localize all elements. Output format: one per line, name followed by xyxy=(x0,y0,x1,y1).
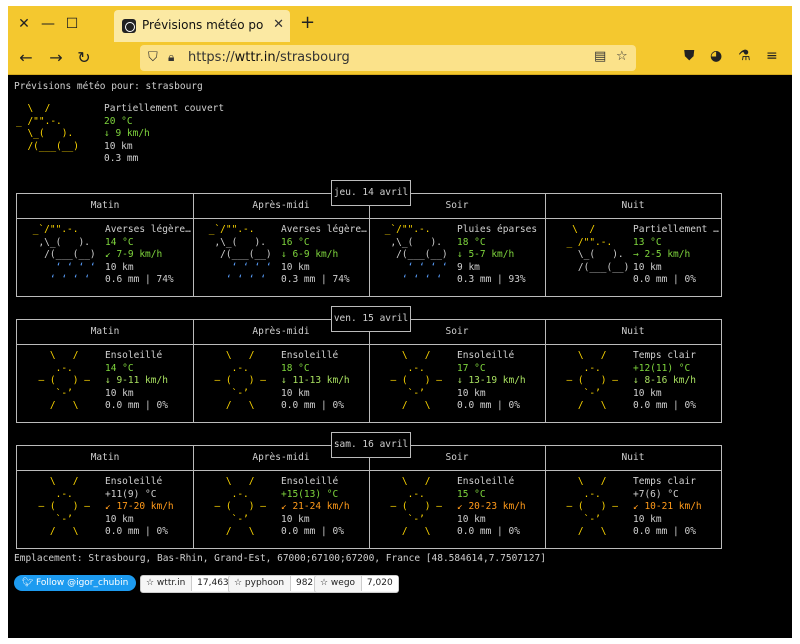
current-line: 10 km xyxy=(104,140,133,152)
forecast-day: Matin Après-midi Soir Nuit sam. 16 avril \ /… xyxy=(16,432,722,549)
location-text: Emplacement: Strasbourg, Bas-Rhin, Grand… xyxy=(14,553,546,564)
forecast-cell: \ / .-. ― ( ) ― `-’ / \ Ensoleillé +11(9) … xyxy=(17,474,193,546)
page-header: Prévisions météo pour: strasbourg xyxy=(14,81,203,92)
weather-art-icon: \ / .-. ― ( ) ― `-’ / \ xyxy=(27,476,90,537)
period-label: Matin xyxy=(90,452,120,463)
forecast-cell: _`/"".-. ,\_( ). /(___(__) ‘ ‘ ‘ ‘ ‘ ‘ ‘… xyxy=(17,222,193,294)
bookmark-star-icon[interactable]: ☆ xyxy=(616,49,628,64)
minimize-icon[interactable]: — xyxy=(38,14,58,34)
current-line: 0.3 mm xyxy=(104,153,139,164)
weather-art-icon: \ / .-. ― ( ) ― `-’ / \ xyxy=(203,476,266,537)
twitter-bird-icon: 🐦︎ xyxy=(21,578,36,588)
github-star-button-pyphoon[interactable]: ☆ pyphoon 982 xyxy=(228,575,320,593)
weather-art-icon: _`/"".-. ,\_( ). /(___(__) ‘ ‘ ‘ ‘ ‘ ‘ ‘… xyxy=(203,224,272,285)
forecast-cell: \ / .-. ― ( ) ― `-’ / \ Temps clair +12(11… xyxy=(545,348,721,420)
forecast-details: Ensoleillé +11(9) °C ↙ 17-20 km/h 10 km 0.0 … xyxy=(105,476,174,537)
current-line: ↓ 9 km/h xyxy=(104,128,150,139)
page-content: Prévisions météo pour: strasbourg \ / _ … xyxy=(8,75,792,638)
current-weather-art: \ / _ /"".-. \_( ). /(___(__) xyxy=(16,103,79,152)
shield-icon[interactable]: ⛉ xyxy=(148,50,158,65)
forecast-details: Averses légère… 16 °C ↓ 6-9 km/h 10 km 0.3 m… xyxy=(281,224,367,285)
lock-icon[interactable]: 🔒︎ xyxy=(168,50,174,65)
day-label: sam. 16 avril xyxy=(331,432,411,458)
browser-window: ✕ — ☐ Prévisions météo pour: st ✕ + ← → … xyxy=(8,6,792,638)
weather-art-icon: \ / .-. ― ( ) ― `-’ / \ xyxy=(555,350,618,411)
url-bar[interactable]: ⛉ 🔒︎ https://wttr.in/strasbourg ▤ ☆ xyxy=(140,45,636,71)
forecast-cell: \ / .-. ― ( ) ― `-’ / \ Ensoleillé 17 °C ↓ … xyxy=(369,348,545,420)
forecast-details: Ensoleillé 18 °C ↓ 11-13 km/h 10 km 0.0 mm |… xyxy=(281,350,350,411)
forecast-cell: _`/"".-. ,\_( ). /(___(__) ‘ ‘ ‘ ‘ ‘ ‘ ‘… xyxy=(369,222,545,294)
forecast-details: Averses légère… 14 °C ↙ 7-9 km/h 10 km 0.6 m… xyxy=(105,224,191,285)
close-window-icon[interactable]: ✕ xyxy=(14,14,34,34)
forecast-cell: \ / .-. ― ( ) ― `-’ / \ Ensoleillé +15(13)… xyxy=(193,474,369,546)
forecast-details: Partiellement … 13 °C → 2-5 km/h 10 km 0.0 m… xyxy=(633,224,719,285)
star-count[interactable]: 7,020 xyxy=(360,576,398,591)
weather-art-icon: \ / .-. ― ( ) ― `-’ / \ xyxy=(379,350,442,411)
weather-art-icon: \ / .-. ― ( ) ― `-’ / \ xyxy=(203,350,266,411)
new-tab-button[interactable]: + xyxy=(300,12,315,33)
forecast-details: Ensoleillé 15 °C ↙ 20-23 km/h 10 km 0.0 mm |… xyxy=(457,476,526,537)
pocket-icon[interactable]: ⛊ xyxy=(684,48,695,64)
forecast-cell: \ / _ /"".-. \_( ). /(___(__) Partiellem… xyxy=(545,222,721,294)
weather-art-icon: \ / .-. ― ( ) ― `-’ / \ xyxy=(555,476,618,537)
weather-art-icon: \ / _ /"".-. \_( ). /(___(__) xyxy=(555,224,630,273)
forecast-cell: _`/"".-. ,\_( ). /(___(__) ‘ ‘ ‘ ‘ ‘ ‘ ‘… xyxy=(193,222,369,294)
forecast-details: Ensoleillé +15(13) °C ↙ 21-24 km/h 10 km 0.0… xyxy=(281,476,350,537)
extensions-icon[interactable]: ◕ xyxy=(710,48,722,64)
maximize-icon[interactable]: ☐ xyxy=(62,14,82,34)
period-label: Nuit xyxy=(621,452,645,463)
day-label: ven. 15 avril xyxy=(331,306,411,332)
back-button[interactable]: ← xyxy=(16,48,36,68)
forward-button[interactable]: → xyxy=(46,48,66,68)
github-star-button-wego[interactable]: ☆ wego 7,020 xyxy=(314,575,399,593)
forecast-details: Temps clair +12(11) °C ↓ 8-16 km/h 10 km 0.0… xyxy=(633,350,696,411)
forecast-details: Temps clair +7(6) °C ↙ 10-21 km/h 10 km 0.0 … xyxy=(633,476,702,537)
reload-button[interactable]: ↻ xyxy=(74,48,94,68)
tab-bar: ✕ — ☐ Prévisions météo pour: st ✕ + xyxy=(8,6,792,42)
current-line: 20 °C xyxy=(104,115,133,127)
github-star-button-wttr-in[interactable]: ☆ wttr.in 17,463 xyxy=(140,575,235,593)
nav-bar: ← → ↻ ⛉ 🔒︎ https://wttr.in/strasbourg ▤ … xyxy=(8,42,792,75)
weather-art-icon: _`/"".-. ,\_( ). /(___(__) ‘ ‘ ‘ ‘ ‘ ‘ ‘… xyxy=(27,224,96,285)
forecast-details: Ensoleillé 17 °C ↓ 13-19 km/h 10 km 0.0 mm |… xyxy=(457,350,526,411)
period-label: Matin xyxy=(90,200,120,211)
weather-art-icon: \ / .-. ― ( ) ― `-’ / \ xyxy=(379,476,442,537)
star-icon: ☆ wttr.in xyxy=(146,578,189,588)
reader-view-icon[interactable]: ▤ xyxy=(594,49,606,64)
period-label: Nuit xyxy=(621,326,645,337)
period-label: Matin xyxy=(90,326,120,337)
day-label: jeu. 14 avril xyxy=(331,180,411,206)
twitter-follow-button[interactable]: 🐦︎ Follow @igor_chubin xyxy=(14,575,136,591)
period-label: Nuit xyxy=(621,200,645,211)
star-icon: ☆ wego xyxy=(320,578,358,588)
star-icon: ☆ pyphoon xyxy=(234,578,287,588)
url-text[interactable]: https://wttr.in/strasbourg xyxy=(188,50,350,65)
forecast-day: Matin Après-midi Soir Nuit jeu. 14 avril _`/… xyxy=(16,180,722,297)
forecast-cell: \ / .-. ― ( ) ― `-’ / \ Ensoleillé 18 °C ↓ … xyxy=(193,348,369,420)
flask-icon[interactable]: ⚗ xyxy=(738,48,751,64)
favicon-icon xyxy=(122,19,136,33)
forecast-details: Pluies éparses 18 °C ↓ 5-7 km/h 9 km 0.3 mm … xyxy=(457,224,538,285)
active-tab[interactable]: Prévisions météo pour: st ✕ xyxy=(114,10,290,42)
tab-title: Prévisions météo pour: st xyxy=(142,18,264,32)
forecast-cell: \ / .-. ― ( ) ― `-’ / \ Temps clair +7(6) … xyxy=(545,474,721,546)
weather-art-icon: \ / .-. ― ( ) ― `-’ / \ xyxy=(27,350,90,411)
forecast-cell: \ / .-. ― ( ) ― `-’ / \ Ensoleillé 15 °C ↙ … xyxy=(369,474,545,546)
forecast-cell: \ / .-. ― ( ) ― `-’ / \ Ensoleillé 14 °C ↓ … xyxy=(17,348,193,420)
forecast-day: Matin Après-midi Soir Nuit ven. 15 avril \ /… xyxy=(16,306,722,423)
current-line: Partiellement couvert xyxy=(104,103,225,114)
close-tab-icon[interactable]: ✕ xyxy=(273,17,284,32)
weather-art-icon: _`/"".-. ,\_( ). /(___(__) ‘ ‘ ‘ ‘ ‘ ‘ ‘… xyxy=(379,224,448,285)
forecast-details: Ensoleillé 14 °C ↓ 9-11 km/h 10 km 0.0 mm | … xyxy=(105,350,168,411)
menu-icon[interactable]: ≡ xyxy=(766,48,778,64)
current-weather-info: Partiellement couvert 20 °C ↓ 9 km/h 10 km 0… xyxy=(104,103,224,166)
